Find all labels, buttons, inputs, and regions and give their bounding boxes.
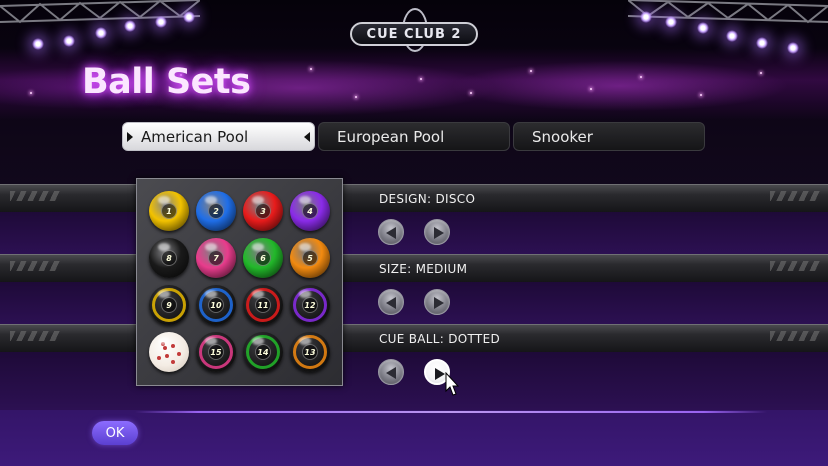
- ball-number: 13: [302, 344, 318, 360]
- cue-ball-dot: [163, 346, 167, 350]
- ball-shine: [299, 337, 311, 345]
- option-band: [0, 212, 828, 254]
- tab-american-pool[interactable]: American Pool: [122, 122, 315, 151]
- ball-shine: [252, 196, 264, 204]
- ball-number: 9: [161, 297, 177, 313]
- cue-ball-dot: [165, 354, 169, 358]
- pool-ball: 12: [290, 285, 330, 325]
- arrow-right-icon: [435, 368, 445, 380]
- footer-divider: [135, 411, 767, 413]
- stage-light-icon: [726, 30, 738, 42]
- ball-shine: [158, 290, 170, 298]
- ball-shine: [158, 337, 170, 345]
- ball-number: 12: [302, 297, 318, 313]
- stage-light-icon: [124, 20, 136, 32]
- design-prev-button[interactable]: [378, 219, 404, 245]
- ball-number: 14: [255, 344, 271, 360]
- pool-ball: 10: [196, 285, 236, 325]
- arrow-right-icon: [434, 297, 444, 309]
- ball-set-preview: 1 2 3 4 8 7 6 5 9 10 11 12 15 14 13: [136, 178, 343, 386]
- ball-shine: [205, 196, 217, 204]
- tab-label: European Pool: [337, 127, 445, 146]
- cue-ball: [149, 332, 189, 372]
- ball-number: 11: [255, 297, 271, 313]
- ball-shine: [252, 337, 264, 345]
- cue-ball-label: CUE BALL: DOTTED: [379, 332, 500, 346]
- arrow-left-icon: [386, 227, 396, 239]
- tab-left-arrow-icon: [127, 132, 133, 142]
- pool-ball: 15: [196, 332, 236, 372]
- pool-ball: 3: [243, 191, 283, 231]
- cue-ball-prev-button[interactable]: [378, 359, 404, 385]
- stage-light-icon: [665, 16, 677, 28]
- game-screen: CUE CLUB 2 Ball Sets American Pool Europ…: [0, 0, 828, 466]
- cue-ball-dot: [171, 360, 175, 364]
- page-title: Ball Sets: [82, 62, 251, 102]
- ball-number: 15: [208, 344, 224, 360]
- option-band: [0, 352, 828, 410]
- stage-light-icon: [640, 11, 652, 23]
- arrow-left-icon: [386, 297, 396, 309]
- game-logo: CUE CLUB 2: [350, 22, 478, 46]
- size-prev-button[interactable]: [378, 289, 404, 315]
- option-band: [0, 282, 828, 324]
- pool-ball: 1: [149, 191, 189, 231]
- mouse-cursor-icon: [445, 372, 459, 396]
- ball-shine: [299, 196, 311, 204]
- ball-number: 7: [208, 250, 224, 266]
- ball-number: 4: [302, 203, 318, 219]
- pool-ball: 6: [243, 238, 283, 278]
- tab-label: American Pool: [141, 127, 249, 146]
- tab-right-arrow-icon: [304, 132, 310, 142]
- cue-ball-dot: [177, 352, 181, 356]
- pool-ball: 8: [149, 238, 189, 278]
- ball-number: 10: [208, 297, 224, 313]
- size-label: SIZE: MEDIUM: [379, 262, 468, 276]
- ball-number: 6: [255, 250, 271, 266]
- tab-european-pool[interactable]: European Pool: [318, 122, 510, 151]
- ball-shine: [158, 243, 170, 251]
- pool-ball: 14: [243, 332, 283, 372]
- ball-shine: [205, 290, 217, 298]
- pool-ball: 11: [243, 285, 283, 325]
- ball-number: 2: [208, 203, 224, 219]
- ball-shine: [205, 243, 217, 251]
- ball-number: 8: [161, 250, 177, 266]
- ball-shine: [299, 290, 311, 298]
- ok-button[interactable]: OK: [92, 421, 138, 445]
- arrow-left-icon: [386, 367, 396, 379]
- ball-number: 1: [161, 203, 177, 219]
- ball-shine: [252, 243, 264, 251]
- stage-light-icon: [95, 27, 107, 39]
- stage-light-icon: [183, 11, 195, 23]
- ball-shine: [252, 290, 264, 298]
- arrow-right-icon: [434, 227, 444, 239]
- ball-number: 3: [255, 203, 271, 219]
- pool-ball: 9: [149, 285, 189, 325]
- cue-ball-dot: [171, 344, 175, 348]
- pool-ball: 5: [290, 238, 330, 278]
- ball-number: 5: [302, 250, 318, 266]
- design-next-button[interactable]: [424, 219, 450, 245]
- ball-shine: [158, 196, 170, 204]
- cue-ball-dot: [157, 356, 161, 360]
- size-next-button[interactable]: [424, 289, 450, 315]
- pool-ball: 7: [196, 238, 236, 278]
- pool-ball: 4: [290, 191, 330, 231]
- pool-ball: 2: [196, 191, 236, 231]
- pool-ball: 13: [290, 332, 330, 372]
- stage-light-icon: [63, 35, 75, 47]
- design-label: DESIGN: DISCO: [379, 192, 476, 206]
- ball-shine: [299, 243, 311, 251]
- stage-light-icon: [697, 22, 709, 34]
- stage-light-icon: [155, 16, 167, 28]
- ball-shine: [205, 337, 217, 345]
- tab-label: Snooker: [532, 127, 593, 146]
- tab-snooker[interactable]: Snooker: [513, 122, 705, 151]
